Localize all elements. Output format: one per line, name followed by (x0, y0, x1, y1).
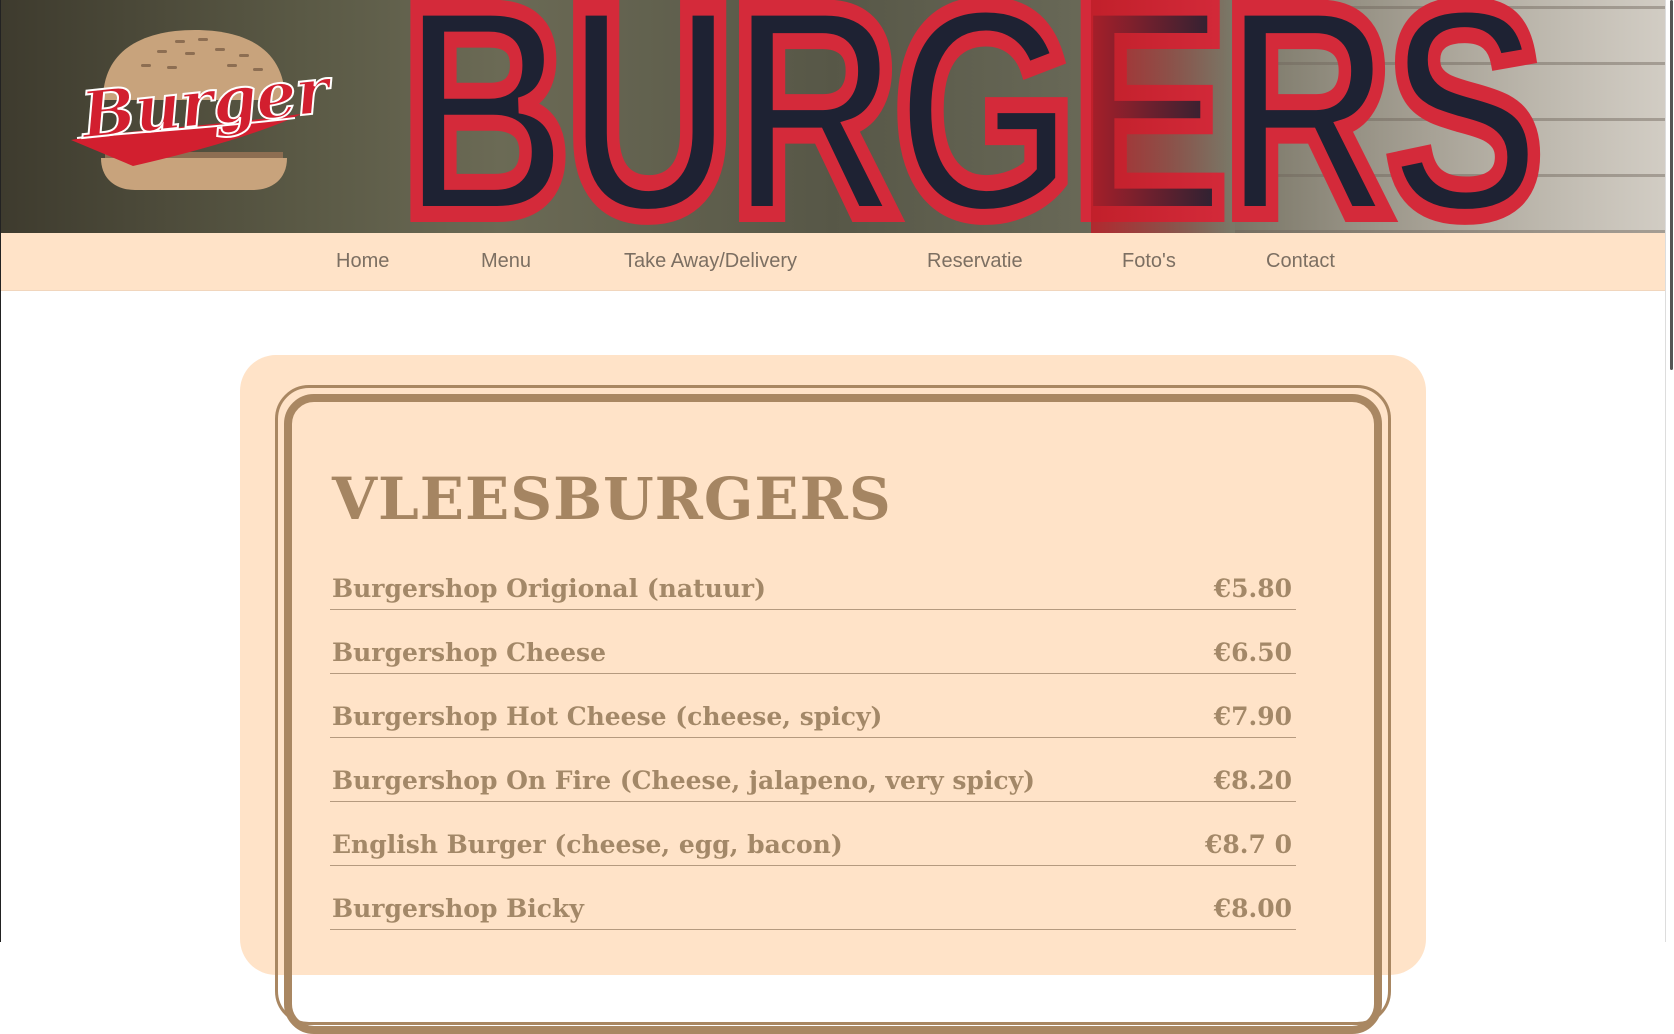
scrollbar-thumb[interactable] (1670, 0, 1673, 370)
menu-item-price: €6.50 (1213, 638, 1292, 667)
burgers-sign-image: BURGERS (395, 0, 1550, 233)
main-navigation: Home Menu Take Away/Delivery Reservatie … (1, 233, 1665, 291)
menu-item-price: €8.7 0 (1205, 830, 1292, 859)
menu-item-name: Burgershop Hot Cheese (cheese, spicy) (332, 702, 883, 731)
nav-fotos[interactable]: Foto's (1122, 233, 1176, 290)
menu-item-row: Burgershop Hot Cheese (cheese, spicy) €7… (330, 673, 1296, 738)
menu-item-name: Burgershop Cheese (332, 638, 607, 667)
menu-item-price: €8.20 (1213, 766, 1292, 795)
menu-item-name: English Burger (cheese, egg, bacon) (332, 830, 843, 859)
nav-contact[interactable]: Contact (1266, 233, 1335, 290)
section-title: VLEESBURGERS (332, 465, 892, 533)
menu-card: VLEESBURGERS Burgershop Origional (natuu… (240, 355, 1426, 1034)
menu-item-row: Burgershop Origional (natuur) €5.80 (330, 545, 1296, 610)
menu-item-row: Burgershop Cheese €6.50 (330, 609, 1296, 674)
menu-item-row: Burgershop Bicky €8.00 (330, 865, 1296, 930)
nav-menu[interactable]: Menu (481, 233, 531, 290)
menu-item-price: €7.90 (1213, 702, 1292, 731)
page-scrollbar[interactable] (1665, 0, 1674, 942)
menu-item-row: English Burger (cheese, egg, bacon) €8.7… (330, 801, 1296, 866)
nav-take-away-delivery[interactable]: Take Away/Delivery (624, 233, 797, 290)
sign-shadow (1091, 0, 1231, 233)
menu-item-row: Burgershop On Fire (Cheese, jalapeno, ve… (330, 737, 1296, 802)
menu-item-name: Burgershop Origional (natuur) (332, 574, 766, 603)
menu-item-name: Burgershop Bicky (332, 894, 584, 923)
menu-item-name: Burgershop On Fire (Cheese, jalapeno, ve… (332, 766, 1035, 795)
menu-item-price: €8.00 (1213, 894, 1292, 923)
nav-reservatie[interactable]: Reservatie (927, 233, 1023, 290)
menu-item-price: €5.80 (1213, 574, 1292, 603)
nav-home[interactable]: Home (336, 233, 389, 290)
hero-banner: BURGERS Burger (1, 0, 1665, 233)
